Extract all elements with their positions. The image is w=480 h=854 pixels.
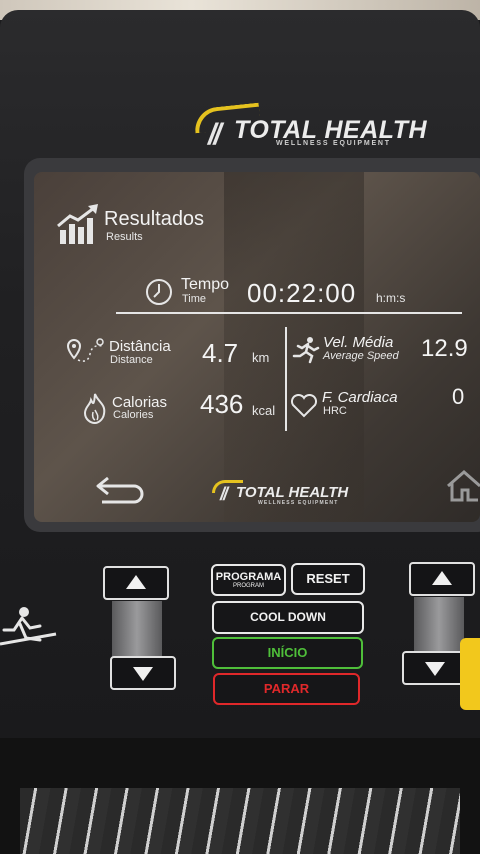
calories-sublabel: Calories bbox=[113, 409, 154, 421]
divider-horizontal bbox=[116, 312, 462, 314]
time-value: 00:22:00 bbox=[247, 278, 357, 308]
triangle-up-icon bbox=[126, 575, 146, 589]
incline-slider-track bbox=[112, 601, 162, 657]
flame-icon bbox=[83, 393, 106, 424]
map-pin-route-icon bbox=[66, 338, 104, 362]
calories-unit: kcal bbox=[252, 403, 276, 418]
cool-down-button[interactable]: COOL DOWN bbox=[212, 601, 364, 634]
time-label: Tempo bbox=[181, 276, 230, 293]
footer-logo-tagline: WELLNESS EQUIPMENT bbox=[258, 500, 339, 506]
home-icon[interactable] bbox=[446, 470, 480, 502]
screen-footer-logo: // TOTAL HEALTH WELLNESS EQUIPMENT bbox=[212, 480, 372, 510]
triangle-down-icon bbox=[133, 667, 153, 681]
speed-label: Vel. Média bbox=[323, 334, 394, 351]
inicio-button[interactable]: INÍCIO bbox=[212, 637, 363, 669]
distance-label: Distância bbox=[109, 338, 171, 355]
cool-down-label: COOL DOWN bbox=[250, 610, 326, 624]
heart-value: 0 bbox=[452, 384, 465, 409]
incline-up-button[interactable] bbox=[103, 566, 169, 600]
screen-subtitle: Results bbox=[106, 231, 143, 243]
speed-slider-track bbox=[414, 597, 464, 653]
triangle-up-icon bbox=[432, 571, 452, 585]
brand-logo: // TOTAL HEALTH WELLNESS EQUIPMENT bbox=[190, 102, 427, 151]
inicio-label: INÍCIO bbox=[267, 645, 308, 660]
speed-down-button[interactable] bbox=[402, 651, 468, 685]
heart-sublabel: HRC bbox=[323, 405, 347, 417]
brand-mark: // bbox=[208, 118, 222, 151]
screen-title: Resultados bbox=[104, 208, 205, 230]
calories-value: 436 bbox=[200, 389, 244, 419]
brand-tagline: WELLNESS EQUIPMENT bbox=[276, 140, 391, 147]
distance-sublabel: Distance bbox=[110, 354, 153, 366]
heart-icon bbox=[290, 394, 318, 418]
treadmill-belt bbox=[20, 788, 460, 854]
divider-vertical bbox=[285, 327, 287, 431]
speed-up-button[interactable] bbox=[409, 562, 475, 596]
reset-label: RESET bbox=[306, 571, 350, 586]
footer-logo-name: TOTAL HEALTH bbox=[236, 484, 349, 501]
runner-icon bbox=[292, 337, 320, 364]
time-sublabel: Time bbox=[182, 293, 207, 305]
incline-down-button[interactable] bbox=[110, 656, 176, 690]
distance-unit: km bbox=[252, 350, 270, 365]
back-arrow-icon[interactable] bbox=[94, 472, 148, 508]
parar-button[interactable]: PARAR bbox=[213, 673, 360, 705]
programa-button[interactable]: PROGRAMA PROGRAM bbox=[211, 564, 286, 596]
safety-warning-pictogram bbox=[0, 607, 57, 646]
parar-label: PARAR bbox=[263, 681, 310, 696]
bar-chart-rising-icon bbox=[57, 204, 98, 244]
speed-value: 12.9 bbox=[421, 335, 468, 362]
programa-sublabel: PROGRAM bbox=[232, 583, 264, 589]
footer-logo-mark: // bbox=[220, 484, 228, 504]
clock-icon bbox=[146, 279, 172, 305]
distance-value: 4.7 bbox=[202, 338, 239, 368]
programa-label: PROGRAMA bbox=[215, 571, 282, 583]
time-unit: h:m:s bbox=[376, 291, 406, 305]
heart-label: F. Cardiaca bbox=[322, 389, 398, 406]
triangle-down-icon bbox=[425, 662, 445, 676]
reset-button[interactable]: RESET bbox=[291, 563, 365, 595]
speed-sublabel: Average Speed bbox=[323, 350, 399, 362]
emergency-key-tab[interactable] bbox=[460, 638, 480, 710]
